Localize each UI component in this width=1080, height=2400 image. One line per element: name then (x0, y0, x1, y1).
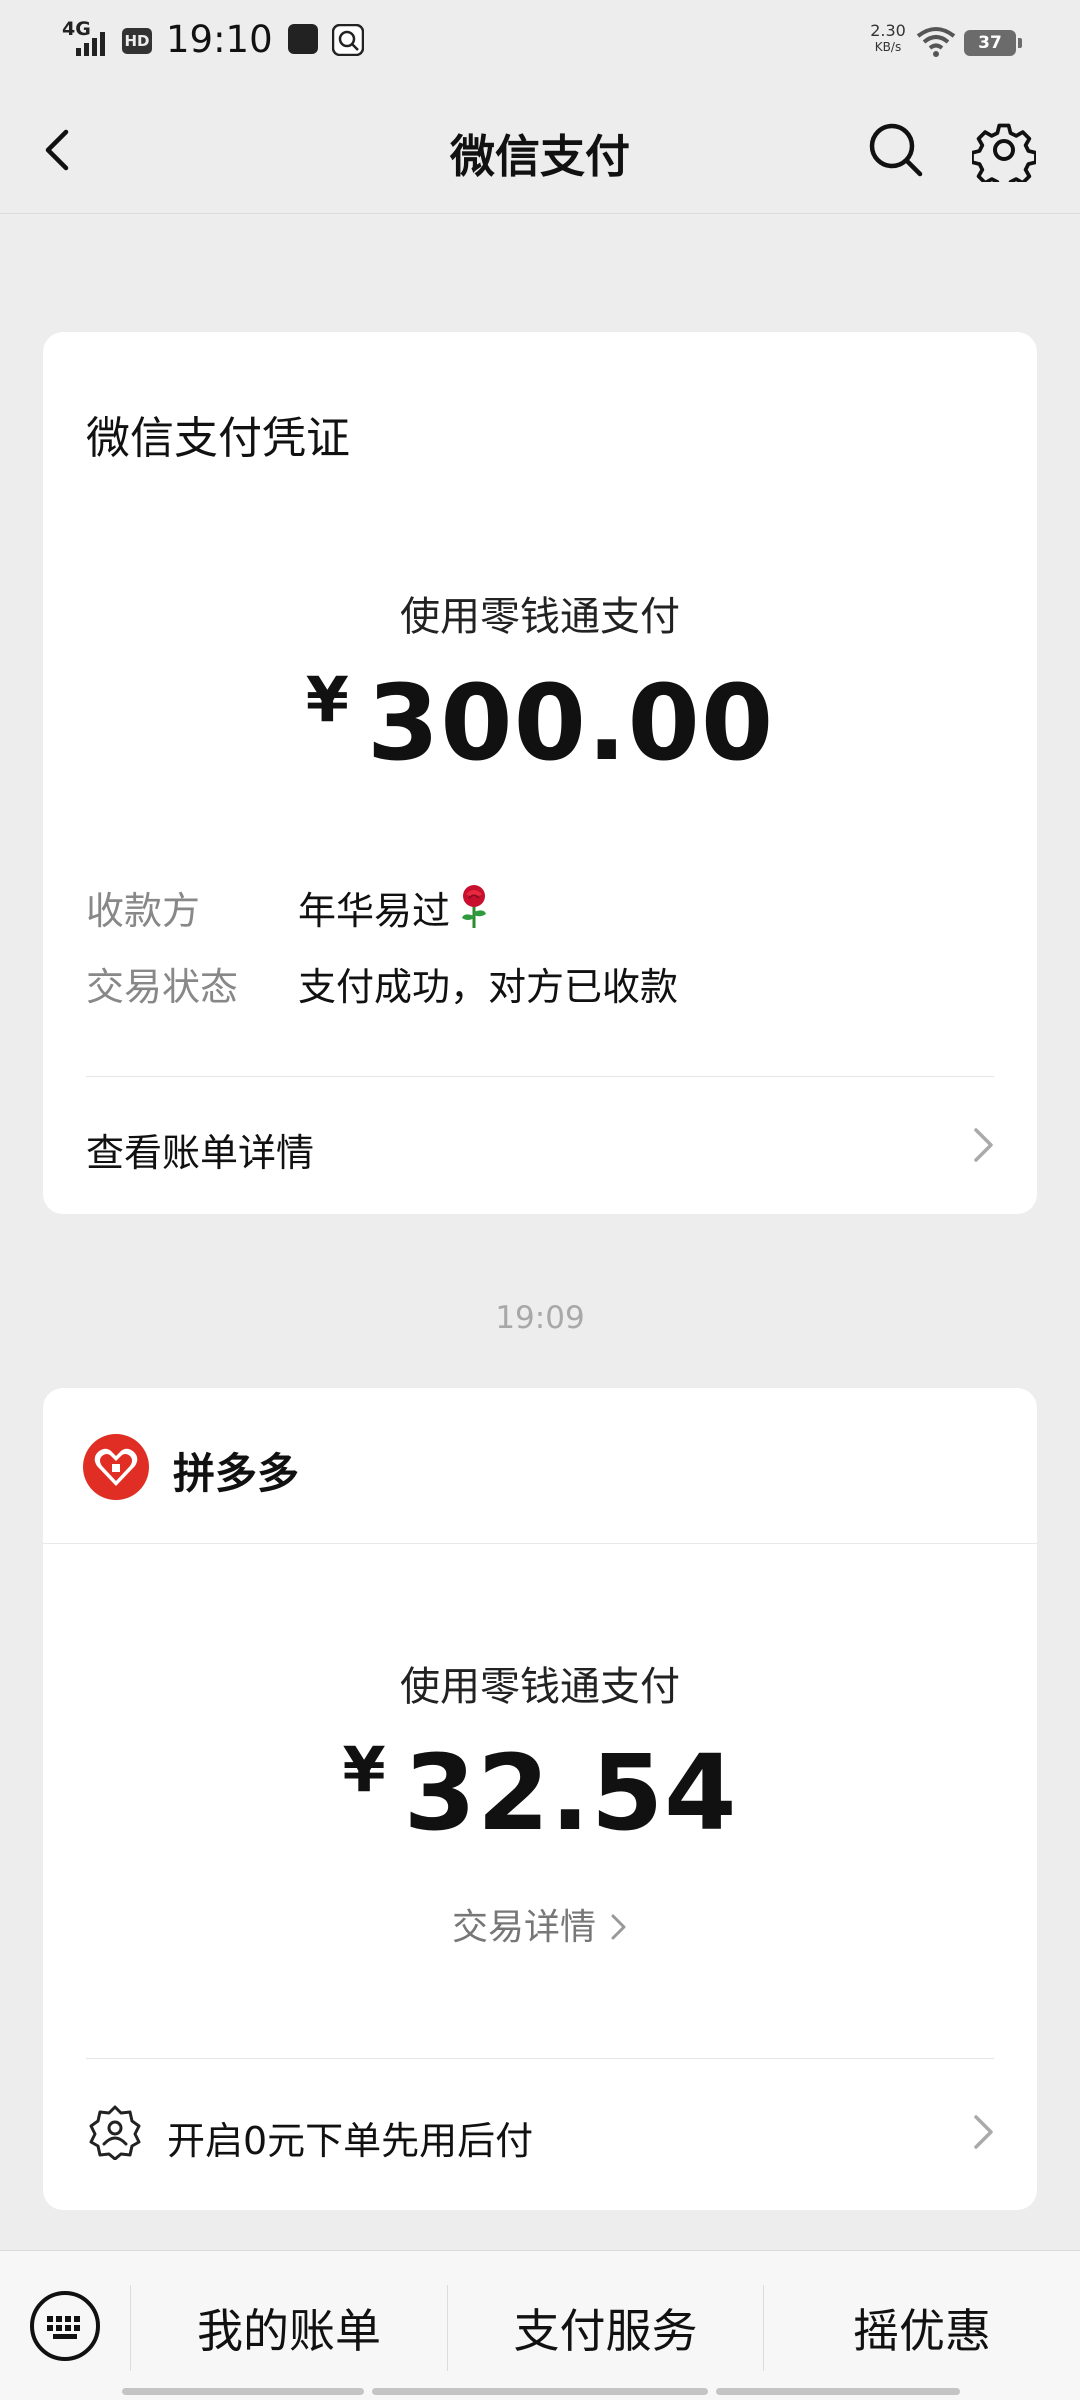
chevron-right-icon (974, 1128, 993, 1162)
payee-label: 收款方 (86, 889, 201, 933)
payment-method: 使用零钱通支付 (400, 1664, 680, 1710)
gear-icon[interactable] (972, 118, 1036, 182)
status-row: 交易状态 支付成功，对方已收款 (86, 956, 678, 1011)
menu-payment-services[interactable]: 支付服务 (448, 2295, 763, 2361)
divider (86, 2058, 994, 2059)
currency-symbol: ¥ (305, 663, 349, 736)
battery-indicator: 37 (964, 30, 1022, 56)
payment-receipt-card: 微信支付凭证 使用零钱通支付 ¥300.00 收款方 年华易过 交易状态 支付成功，… (43, 332, 1037, 1214)
screen: 4G HD 19:10 2.30 KB/s 37 微信支付 微信支付凭证 使用零… (0, 0, 1080, 2400)
status-bar: 4G HD 19:10 2.30 KB/s 37 (0, 0, 1080, 84)
notification-app-icon (288, 24, 318, 54)
network-speed: 2.30 KB/s (863, 22, 913, 56)
receipt-title: 微信支付凭证 (86, 413, 350, 464)
nav-bar: 微信支付 (0, 84, 1080, 214)
merchant-header: 拼多多 (43, 1388, 1037, 1544)
pinduoduo-logo-icon (83, 1434, 149, 1500)
amount-value: 300.00 (366, 662, 775, 784)
amount-value: 32.54 (403, 1732, 738, 1854)
search-icon[interactable] (866, 120, 926, 180)
pay-later-promo-text[interactable]: 开启0元下单先用后付 (167, 2110, 533, 2165)
payment-amount: ¥32.54 (43, 1732, 1037, 1854)
message-timestamp: 19:09 (495, 1300, 585, 1336)
payee-row: 收款方 年华易过 (86, 880, 492, 935)
status-label: 交易状态 (86, 965, 239, 1009)
status-value: 支付成功，对方已收款 (298, 965, 679, 1009)
menu-underline (122, 2388, 364, 2395)
currency-symbol: ¥ (342, 1733, 386, 1806)
menu-my-bills[interactable]: 我的账单 (131, 2295, 447, 2361)
menu-shake-offers[interactable]: 摇优惠 (764, 2295, 1080, 2361)
merchant-name: 拼多多 (173, 1449, 300, 1498)
badge-user-icon (89, 2105, 141, 2160)
speed-unit: KB/s (874, 40, 902, 54)
notification-search-app-icon (332, 24, 364, 56)
bottom-menu-bar: 我的账单 支付服务 摇优惠 (0, 2250, 1080, 2400)
speed-value: 2.30 (870, 21, 906, 40)
keyboard-icon[interactable] (28, 2289, 102, 2363)
hd-badge: HD (122, 28, 152, 54)
divider (86, 1076, 994, 1077)
payee-value: 年华易过 (298, 889, 451, 933)
payment-amount: ¥300.00 (43, 662, 1037, 784)
transaction-details-label: 交易详情 (451, 1907, 596, 1948)
back-button[interactable] (36, 120, 84, 180)
rose-emoji-icon (462, 885, 487, 928)
transaction-details-link[interactable]: 交易详情 (43, 1898, 1037, 1950)
status-time: 19:10 (166, 18, 273, 61)
chevron-right-icon (974, 2115, 993, 2149)
merchant-payment-card[interactable]: 拼多多 使用零钱通支付 ¥32.54 交易详情 开启0元下单先用后付 (43, 1388, 1037, 2210)
signal-icon (76, 32, 105, 56)
wifi-icon (916, 27, 956, 57)
menu-underline (372, 2388, 708, 2395)
chevron-right-icon (611, 1914, 626, 1940)
menu-underline (716, 2388, 960, 2395)
view-bill-details-link[interactable]: 查看账单详情 (86, 1122, 314, 1177)
payment-method: 使用零钱通支付 (400, 594, 680, 640)
